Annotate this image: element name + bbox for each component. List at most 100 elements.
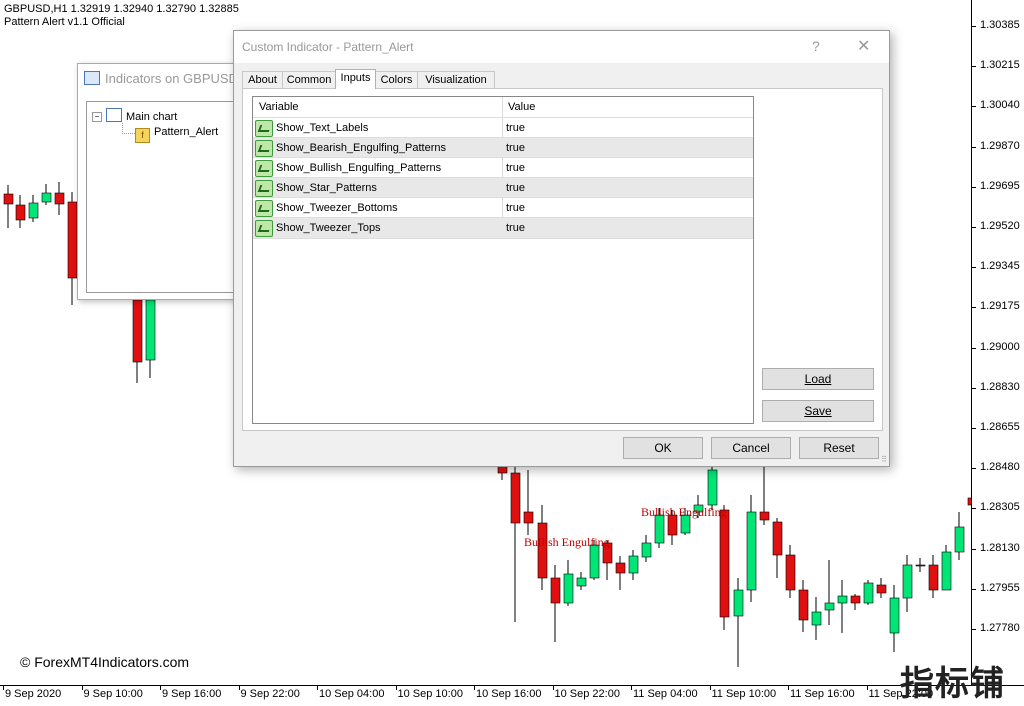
bearish-candle xyxy=(967,497,971,506)
bearish-candle xyxy=(550,577,561,604)
tree-item-pattern-alert[interactable]: f Pattern_Alert xyxy=(135,126,218,143)
price-label: 1.29520 xyxy=(980,220,1020,232)
time-tick xyxy=(788,686,789,690)
close-icon[interactable]: ✕ xyxy=(857,36,870,56)
table-row[interactable]: Show_Bearish_Engulfing_Patterns true xyxy=(253,137,753,158)
cancel-button[interactable]: Cancel xyxy=(711,437,791,459)
ok-button[interactable]: OK xyxy=(623,437,703,459)
price-label: 1.29175 xyxy=(980,300,1020,313)
custom-indicator-dialog[interactable]: Custom Indicator - Pattern_Alert ? ✕ Abo… xyxy=(233,30,890,467)
bullish-candle xyxy=(41,192,52,203)
input-variable-icon xyxy=(255,160,273,177)
price-tick xyxy=(972,106,976,108)
time-label: 11 Sep 04:00 xyxy=(633,688,698,700)
table-row[interactable]: Show_Star_Patterns true xyxy=(253,177,753,198)
time-tick xyxy=(317,686,318,690)
price-tick xyxy=(972,588,976,590)
bullish-candle xyxy=(28,202,39,219)
table-row[interactable]: Show_Tweezer_Tops true xyxy=(253,217,753,239)
indicators-tree[interactable]: − Main chart f Pattern_Alert xyxy=(86,101,248,293)
price-label: 1.27955 xyxy=(980,581,1020,594)
tree-collapse-icon[interactable]: − xyxy=(92,112,102,122)
price-label: 1.29345 xyxy=(980,260,1020,273)
price-tick xyxy=(972,387,976,389)
tab-colors[interactable]: Colors xyxy=(375,71,418,88)
bearish-candle xyxy=(15,204,26,221)
variable-value[interactable]: true xyxy=(506,202,525,214)
price-tick xyxy=(972,227,976,228)
resize-grip-icon[interactable]: ⠿ xyxy=(881,455,887,464)
variable-value[interactable]: true xyxy=(506,122,525,134)
variable-name: Show_Bearish_Engulfing_Patterns xyxy=(276,142,447,154)
tab-visualization[interactable]: Visualization xyxy=(417,71,495,88)
help-icon[interactable]: ? xyxy=(812,38,820,54)
tab-about[interactable]: About xyxy=(242,71,283,88)
bearish-candle xyxy=(928,564,939,591)
bullish-candle xyxy=(628,555,639,574)
price-label: 1.30040 xyxy=(980,99,1020,112)
reset-button[interactable]: Reset xyxy=(799,437,879,459)
bearish-candle xyxy=(719,509,730,618)
variable-name: Show_Tweezer_Bottoms xyxy=(276,202,398,214)
bearish-candle xyxy=(132,299,143,363)
bullish-candle xyxy=(576,577,587,587)
inputs-grid[interactable]: Variable Value Show_Text_Labels true Sho… xyxy=(252,96,754,424)
variable-name: Show_Bullish_Engulfing_Patterns xyxy=(276,162,442,174)
tab-inputs[interactable]: Inputs xyxy=(335,69,376,89)
time-tick xyxy=(160,686,161,690)
dialog-title: Custom Indicator - Pattern_Alert xyxy=(242,40,414,54)
price-tick xyxy=(972,26,976,27)
price-label: 1.27780 xyxy=(980,622,1020,634)
save-button-label: Save xyxy=(804,404,832,418)
copyright-text: © ForexMT4Indicators.com xyxy=(20,654,190,670)
indicators-window-icon xyxy=(84,71,100,85)
time-axis: 9 Sep 2020 9 Sep 10:00 9 Sep 16:00 9 Sep 22… xyxy=(0,685,1024,706)
table-row[interactable]: Show_Bullish_Engulfing_Patterns true xyxy=(253,157,753,178)
time-tick xyxy=(552,686,554,690)
load-button[interactable]: Load xyxy=(762,368,874,390)
save-button[interactable]: Save xyxy=(762,400,874,422)
tree-item-label: Pattern_Alert xyxy=(154,126,219,138)
bearish-candle xyxy=(785,554,796,591)
column-header-variable: Variable xyxy=(259,101,299,113)
input-variable-icon xyxy=(255,180,273,197)
variable-name: Show_Tweezer_Tops xyxy=(276,222,381,234)
indicators-window[interactable]: Indicators on GBPUSD,H1 − Main chart f Pat… xyxy=(77,63,259,300)
tree-item-main-chart[interactable]: − Main chart xyxy=(92,108,177,123)
bullish-candle xyxy=(563,573,574,604)
bearish-candle xyxy=(876,584,887,594)
variable-value[interactable]: true xyxy=(506,142,525,154)
variable-value[interactable]: true xyxy=(506,222,525,234)
price-tick xyxy=(972,146,976,148)
price-tick xyxy=(972,267,976,269)
variable-value[interactable]: true xyxy=(506,182,525,194)
time-tick xyxy=(866,686,868,690)
price-label: 1.30215 xyxy=(980,59,1020,72)
bearish-candle xyxy=(54,192,65,205)
load-button-label: Load xyxy=(804,372,832,386)
price-label: 1.28305 xyxy=(980,501,1020,514)
bearish-candle xyxy=(615,562,626,574)
chart-header: GBPUSD,H1 1.32919 1.32940 1.32790 1.3288… xyxy=(4,3,239,29)
watermark-logo: 指标铺 xyxy=(900,664,1005,704)
bullish-candle xyxy=(824,602,835,611)
variable-value[interactable]: true xyxy=(506,162,525,174)
bullish-candle xyxy=(941,551,952,591)
time-label: 10 Sep 10:00 xyxy=(397,688,463,700)
dialog-titlebar[interactable]: Custom Indicator - Pattern_Alert ? ✕ xyxy=(234,31,889,63)
variable-name: Show_Text_Labels xyxy=(276,122,369,134)
bullish-candle xyxy=(902,564,913,599)
table-row[interactable]: Show_Tweezer_Bottoms true xyxy=(253,197,753,218)
input-variable-icon xyxy=(255,220,273,237)
price-tick xyxy=(972,508,976,510)
table-row[interactable]: Show_Text_Labels true xyxy=(253,117,753,138)
time-tick xyxy=(3,686,4,690)
time-label: 11 Sep 10:00 xyxy=(711,688,777,700)
inputs-panel: Variable Value Show_Text_Labels true Sho… xyxy=(242,88,883,431)
time-label: 10 Sep 04:00 xyxy=(319,688,385,700)
price-tick xyxy=(972,468,976,470)
bearish-candle xyxy=(798,589,809,621)
bullish-candle xyxy=(707,469,718,506)
bullish-candle xyxy=(954,526,965,553)
tab-common[interactable]: Common xyxy=(282,71,336,88)
